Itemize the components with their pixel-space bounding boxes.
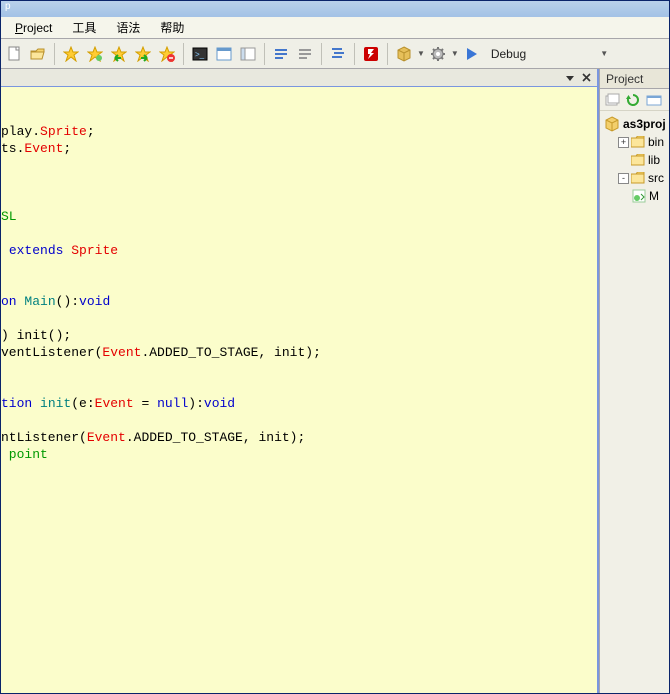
tab-close-button[interactable] (581, 73, 591, 83)
project-panel: Project as3proj + binlib - srcM (599, 69, 669, 693)
console-button[interactable]: >_ (189, 43, 211, 65)
as-file-icon (632, 189, 646, 203)
menu-help[interactable]: 帮助 (150, 17, 194, 38)
star2-button[interactable] (84, 43, 106, 65)
toolbar-sep (54, 43, 55, 65)
tab-menu-button[interactable] (565, 73, 575, 83)
folder-icon (631, 136, 645, 148)
uncomment-button[interactable] (294, 43, 316, 65)
toolbar-sep (321, 43, 322, 65)
tree-toggle[interactable]: - (618, 173, 629, 184)
dropdown-arrow-icon[interactable]: ▼ (451, 49, 459, 58)
tree-item-label: bin (648, 133, 664, 151)
refresh-button[interactable] (626, 93, 640, 107)
project-panel-toolbar (600, 89, 669, 111)
menu-project[interactable]: Project (5, 19, 62, 37)
svg-text:>_: >_ (195, 50, 205, 59)
open-button[interactable] (27, 43, 49, 65)
settings-button[interactable] (427, 43, 449, 65)
tree-toggle[interactable]: + (618, 137, 629, 148)
sync-button[interactable] (646, 93, 662, 107)
package-icon (604, 116, 620, 132)
tree-item-label: M (649, 187, 659, 205)
menu-project-rest: roject (23, 21, 52, 35)
format-button[interactable] (327, 43, 349, 65)
star1-button[interactable] (60, 43, 82, 65)
dropdown-arrow-icon[interactable]: ▼ (600, 49, 608, 58)
editor-tab-controls (1, 69, 597, 87)
toolbar: >_ ▼ ▼ Debug ▼ (1, 39, 669, 69)
folder-icon (631, 172, 645, 184)
toolbar-sep (354, 43, 355, 65)
new-file-button[interactable] (3, 43, 25, 65)
flash-button[interactable] (360, 43, 382, 65)
star-fwd-button[interactable] (132, 43, 154, 65)
layout-button[interactable] (237, 43, 259, 65)
star-del-button[interactable] (156, 43, 178, 65)
show-hidden-button[interactable] (604, 93, 620, 107)
dropdown-arrow-icon[interactable]: ▼ (417, 49, 425, 58)
menu-tools[interactable]: 工具 (62, 17, 106, 38)
tree-item-label: src (648, 169, 664, 187)
toolbar-sep (387, 43, 388, 65)
debug-config-label: Debug (491, 47, 526, 61)
project-panel-header: Project (600, 69, 669, 89)
comment-button[interactable] (270, 43, 292, 65)
toolbar-sep (264, 43, 265, 65)
tree-item[interactable]: lib (604, 151, 669, 169)
toolbar-sep (183, 43, 184, 65)
tree-item[interactable]: M (604, 187, 669, 205)
tree-root[interactable]: as3proj (604, 115, 669, 133)
play-button[interactable] (461, 43, 483, 65)
code-editor[interactable]: play.Sprite;ts.Event;SL extends Spriteon… (1, 87, 597, 693)
menu-bar: Project 工具 语法 帮助 (1, 17, 669, 39)
package-button[interactable] (393, 43, 415, 65)
star-back-button[interactable] (108, 43, 130, 65)
tree-item[interactable]: + bin (604, 133, 669, 151)
tree-item-label: lib (648, 151, 660, 169)
project-tree[interactable]: as3proj + binlib - srcM (600, 111, 669, 205)
window-button[interactable] (213, 43, 235, 65)
title-bar: p (1, 1, 669, 17)
tree-item[interactable]: - src (604, 169, 669, 187)
editor-pane: play.Sprite;ts.Event;SL extends Spriteon… (1, 69, 599, 693)
title-text: p (5, 1, 11, 12)
tree-root-label: as3proj (623, 115, 666, 133)
project-panel-title: Project (606, 72, 643, 86)
menu-syntax[interactable]: 语法 (106, 17, 150, 38)
folder-icon (631, 154, 645, 166)
